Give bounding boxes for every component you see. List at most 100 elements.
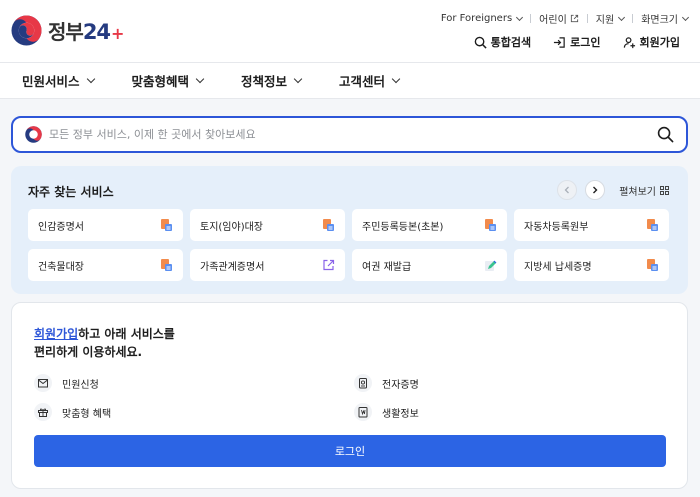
nav-label: 정책정보	[241, 74, 288, 89]
prompt-line2: 편리하게 이용하세요.	[34, 345, 143, 359]
frequent-services-panel: 자주 찾는 서비스 펼쳐보기 인감증명서 토지(임야)대장 주민등록등본(초본)…	[11, 166, 688, 294]
search-bar	[11, 116, 688, 153]
search-button[interactable]	[650, 120, 680, 150]
logo-text: 정부 24 +	[48, 16, 124, 45]
unfold-label: 펼쳐보기	[619, 186, 656, 198]
header: 정부24+ For Foreigners 어린이 지원 화면크기 통합검색	[0, 0, 700, 63]
document-icon	[323, 219, 334, 231]
service-grid: 인감증명서 토지(임야)대장 주민등록등본(초본) 자동차등록원부 건축물대장 …	[28, 209, 670, 281]
chevron-down-icon	[391, 74, 401, 84]
chevron-down-icon	[618, 13, 626, 21]
service-label: 토지(임야)대장	[200, 221, 264, 233]
document-icon	[647, 219, 658, 231]
grid-icon	[660, 185, 669, 195]
logo-plus: +	[111, 24, 124, 43]
nav-label: 맞춤형혜택	[131, 74, 190, 89]
kids-link[interactable]: 어린이	[539, 11, 579, 26]
signup-link[interactable]: 회원가입	[623, 34, 680, 50]
service-card[interactable]: 토지(임야)대장	[190, 209, 345, 241]
login-icon	[554, 36, 565, 48]
service-card[interactable]: 가족관계증명서	[190, 249, 345, 281]
external-link-icon	[570, 14, 578, 23]
next-button[interactable]	[585, 180, 606, 200]
book-icon	[354, 403, 372, 421]
support-dropdown[interactable]: 지원	[595, 11, 626, 26]
screen-size-label: 화면크기	[641, 15, 678, 26]
header-actions: 통합검색 로그인 회원가입	[452, 34, 680, 50]
benefit-item: 민원신청	[34, 374, 99, 392]
service-label: 인감증명서	[38, 221, 84, 233]
document-icon	[647, 259, 658, 271]
frequent-services-title: 자주 찾는 서비스	[28, 185, 114, 199]
search-input[interactable]	[49, 128, 650, 141]
prev-button[interactable]	[557, 180, 578, 200]
benefit-item: 전자증명	[354, 374, 419, 392]
external-link-icon	[323, 259, 335, 271]
service-label: 지방세 납세증명	[524, 261, 592, 273]
taegeuk-logo-icon	[25, 126, 42, 143]
nav-policy-info[interactable]: 정책정보	[241, 71, 303, 90]
service-card[interactable]: 인감증명서	[28, 209, 183, 241]
benefit-label: 맞춤형 혜택	[62, 408, 112, 420]
service-label: 건축물대장	[38, 261, 84, 273]
document-icon	[161, 259, 172, 271]
logo-number: 24	[82, 20, 111, 44]
chevron-down-icon	[195, 74, 205, 84]
login-prompt-panel: 회원가입하고 아래 서비스를 편리하게 이용하세요. 민원신청 전자증명 맞춤형…	[11, 302, 688, 489]
integrated-search-button[interactable]: 통합검색	[474, 34, 531, 50]
chevron-right-icon	[593, 186, 598, 194]
document-icon	[485, 219, 496, 231]
benefit-item: 맞춤형 혜택	[34, 403, 111, 421]
search-icon	[657, 126, 673, 143]
certificate-icon	[354, 374, 372, 392]
service-card[interactable]: 주민등록등본(초본)	[352, 209, 507, 241]
login-link-label: 로그인	[570, 36, 601, 49]
nav-civil-services[interactable]: 민원서비스	[22, 71, 95, 90]
benefit-label: 민원신청	[62, 379, 99, 391]
main-navigation: 민원서비스 맞춤형혜택 정책정보 고객센터	[0, 63, 700, 99]
divider	[586, 14, 588, 23]
kids-label: 어린이	[539, 15, 567, 26]
service-card[interactable]: 여권 재발급	[352, 249, 507, 281]
utility-menu: For Foreigners 어린이 지원 화면크기	[440, 11, 690, 26]
prompt-line1: 하고 아래 서비스를	[78, 327, 175, 341]
nav-label: 민원서비스	[22, 74, 80, 89]
support-label: 지원	[595, 15, 615, 26]
service-card[interactable]: 자동차등록원부	[514, 209, 669, 241]
chevron-down-icon	[86, 74, 95, 84]
integrated-search-label: 통합검색	[490, 36, 532, 49]
service-label: 여권 재발급	[362, 261, 412, 273]
service-label: 자동차등록원부	[524, 221, 589, 233]
benefit-label: 전자증명	[382, 379, 419, 391]
divider	[530, 14, 532, 23]
benefit-item: 생활정보	[354, 403, 419, 421]
login-link[interactable]: 로그인	[553, 34, 601, 50]
signup-link-label: 회원가입	[639, 36, 680, 49]
mail-icon	[34, 374, 52, 392]
nav-custom-benefits[interactable]: 맞춤형혜택	[131, 71, 205, 90]
gov24-logo[interactable]: 정부 24 +	[11, 15, 124, 46]
chevron-down-icon	[293, 74, 303, 84]
for-foreigners-label: For Foreigners	[440, 13, 513, 24]
chevron-down-icon	[681, 13, 690, 21]
for-foreigners-dropdown[interactable]: For Foreigners	[440, 13, 524, 24]
chevron-down-icon	[516, 13, 524, 21]
service-card[interactable]: 건축물대장	[28, 249, 183, 281]
screen-size-dropdown[interactable]: 화면크기	[641, 11, 690, 26]
service-card[interactable]: 지방세 납세증명	[514, 249, 669, 281]
document-icon	[161, 219, 172, 231]
nav-customer-center[interactable]: 고객센터	[339, 71, 401, 90]
search-icon	[474, 36, 487, 49]
pencil-icon	[485, 260, 497, 271]
benefit-label: 생활정보	[382, 408, 419, 420]
gift-icon	[34, 403, 52, 421]
signup-inline-link[interactable]: 회원가입	[34, 327, 78, 341]
service-label: 가족관계증명서	[200, 261, 265, 273]
chevron-left-icon	[564, 186, 570, 194]
unfold-button[interactable]: 펼쳐보기	[619, 183, 669, 198]
carousel-controls: 펼쳐보기	[549, 180, 669, 200]
nav-label: 고객센터	[339, 74, 386, 89]
divider	[632, 14, 634, 23]
taegeuk-logo-icon	[11, 15, 42, 46]
login-button[interactable]: 로그인	[34, 435, 666, 467]
